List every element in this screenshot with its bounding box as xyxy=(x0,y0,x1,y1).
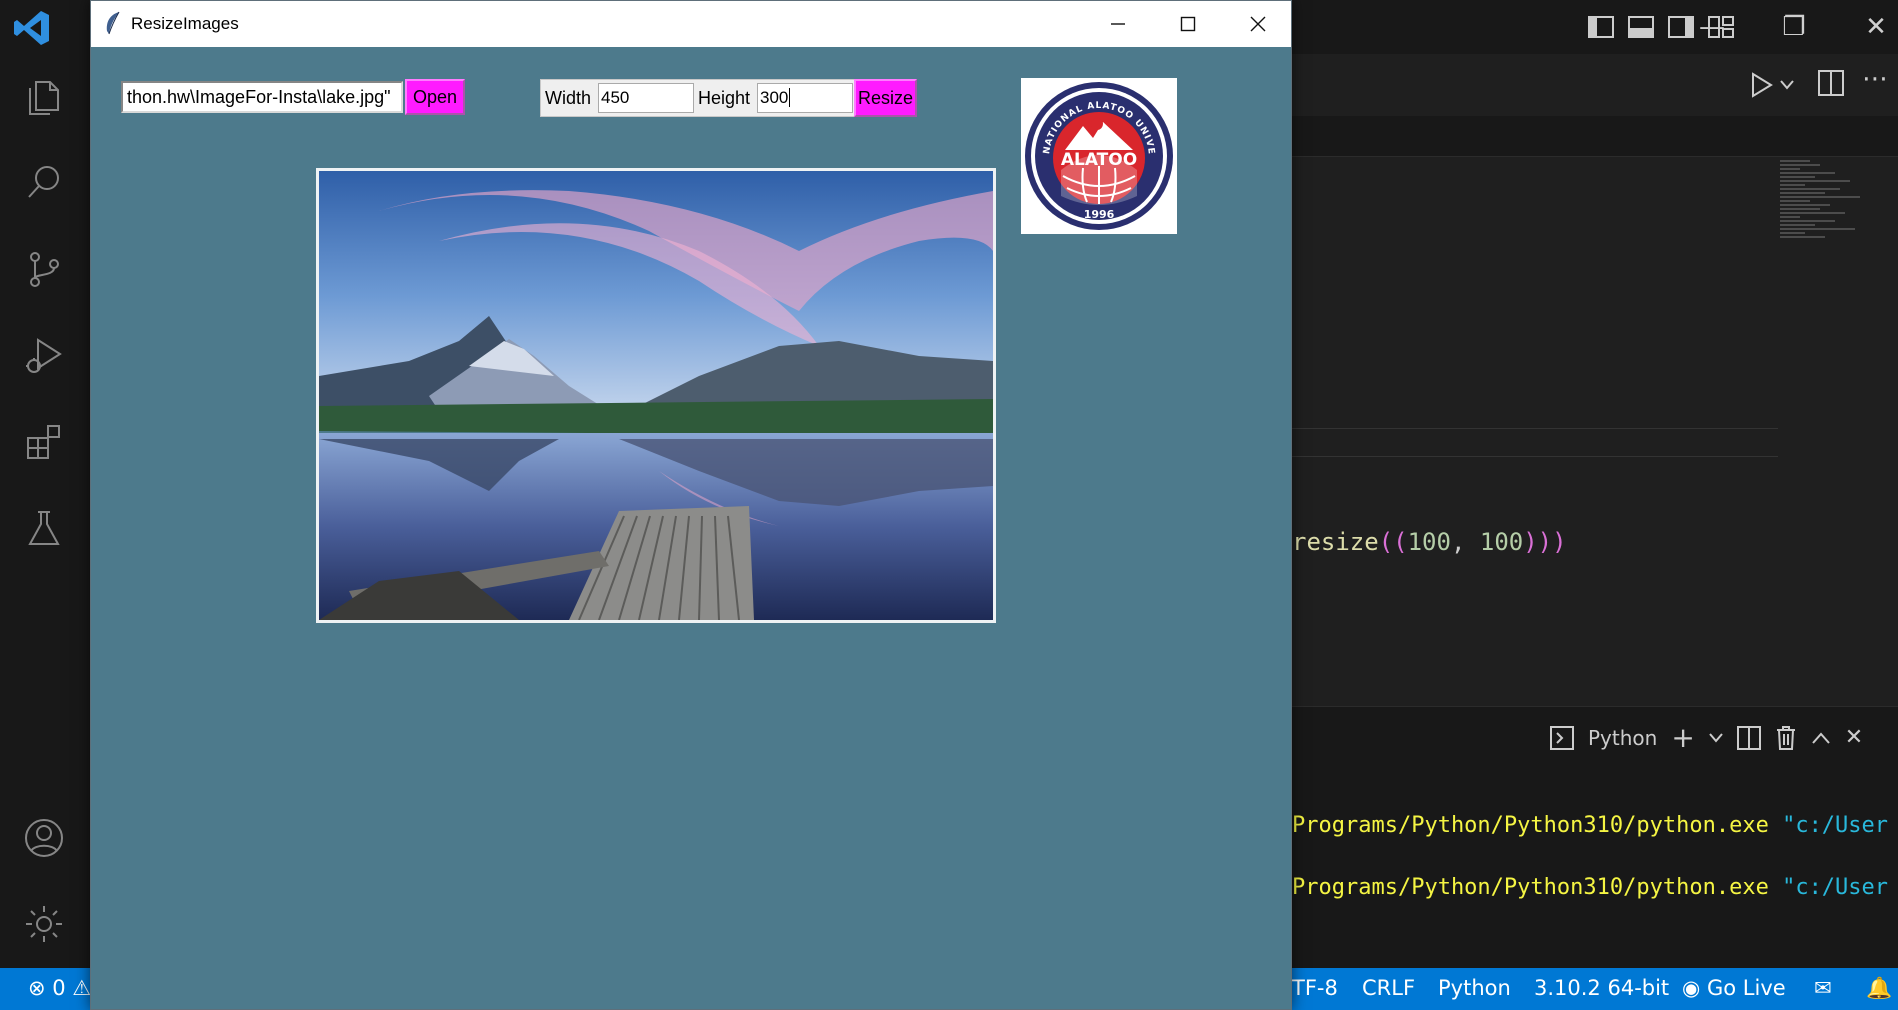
code-paren-close: ))) xyxy=(1523,528,1567,556)
terminal-line: Programs/Python/Python310/python.exe "c:… xyxy=(1292,813,1889,838)
width-label: Width xyxy=(545,88,592,108)
code-function: resize xyxy=(1292,528,1379,556)
university-logo: INTERNATIONAL ALATOO UNIVERSITY ALATOO 1… xyxy=(1016,71,1177,234)
more-actions-icon[interactable]: ⋯ xyxy=(1862,64,1888,94)
lake-photo xyxy=(316,168,996,623)
close-icon[interactable] xyxy=(1223,1,1293,47)
maximize-panel-icon[interactable] xyxy=(1811,731,1831,745)
interpreter-indicator[interactable]: 3.10.2 64-bit xyxy=(1534,976,1669,1000)
problems-indicator[interactable]: ⊗ 0 ⚠ xyxy=(28,976,91,1000)
explorer-icon[interactable] xyxy=(18,70,70,122)
notifications-bell-icon[interactable]: 🔔 xyxy=(1866,976,1892,1001)
resize-images-window: ResizeImages thon.hw\ImageFor-Insta\lake… xyxy=(90,0,1292,1010)
resize-button[interactable]: Resize xyxy=(854,79,917,117)
new-terminal-icon[interactable]: + xyxy=(1671,721,1694,754)
vscode-restore-icon[interactable]: ❐ xyxy=(1774,10,1814,44)
minimap xyxy=(1780,158,1880,278)
terminal-line: Programs/Python/Python310/python.exe "c:… xyxy=(1292,875,1889,900)
window-title: ResizeImages xyxy=(131,14,239,33)
eol-indicator[interactable]: CRLF xyxy=(1362,976,1415,1000)
search-icon[interactable] xyxy=(18,156,70,208)
split-terminal-icon[interactable] xyxy=(1736,725,1761,750)
source-control-icon[interactable] xyxy=(18,243,70,295)
editor-divider xyxy=(1290,428,1778,429)
chevron-down-icon[interactable] xyxy=(1709,732,1723,743)
terminal-icon xyxy=(1550,725,1574,750)
code-number: 100 xyxy=(1407,528,1451,556)
maximize-icon[interactable] xyxy=(1153,1,1223,47)
terminal-panel: Python + ✕ Programs/Python/Python310/pyt… xyxy=(1290,706,1898,969)
testing-icon[interactable] xyxy=(18,502,70,554)
gear-icon[interactable] xyxy=(18,898,70,950)
go-live-button[interactable]: ◉ Go Live xyxy=(1682,976,1786,1000)
file-path-input[interactable]: thon.hw\ImageFor-Insta\lake.jpg" xyxy=(121,81,403,113)
toggle-panel-icon[interactable] xyxy=(1626,12,1656,42)
code-line: resize((100, 100))) xyxy=(1292,528,1567,556)
run-debug-icon[interactable] xyxy=(18,330,70,382)
chevron-down-icon[interactable] xyxy=(1780,80,1794,90)
code-number: 100 xyxy=(1479,528,1524,556)
editor-actions-bar: ⋯ xyxy=(1290,54,1898,116)
minimize-icon[interactable] xyxy=(1083,1,1153,47)
tk-feather-icon xyxy=(106,11,120,35)
extensions-icon[interactable] xyxy=(18,416,70,468)
close-panel-icon[interactable]: ✕ xyxy=(1845,725,1863,750)
vscode-logo-icon xyxy=(14,11,49,45)
height-label: Height xyxy=(698,88,751,108)
broadcast-icon: ◉ xyxy=(1682,976,1701,1000)
window-titlebar[interactable]: ResizeImages xyxy=(91,1,1291,47)
split-editor-icon[interactable] xyxy=(1818,70,1844,96)
terminal-label[interactable]: Python xyxy=(1588,726,1657,750)
width-input[interactable]: 450 xyxy=(598,83,694,113)
open-button[interactable]: Open xyxy=(405,79,465,115)
encoding-indicator[interactable]: TF-8 xyxy=(1292,976,1338,1000)
code-paren-open: (( xyxy=(1378,528,1408,556)
vscode-close-icon[interactable]: ✕ xyxy=(1856,10,1896,44)
alatoo-logo-icon: INTERNATIONAL ALATOO UNIVERSITY ALATOO 1… xyxy=(1016,71,1173,230)
editor-divider xyxy=(1290,456,1778,457)
feedback-icon[interactable]: ✉ xyxy=(1814,976,1832,1000)
terminal-toolbar: Python + ✕ xyxy=(1550,721,1863,754)
activity-bar xyxy=(0,0,91,968)
trash-icon[interactable] xyxy=(1775,725,1797,751)
account-icon[interactable] xyxy=(18,812,70,864)
language-indicator[interactable]: Python xyxy=(1438,976,1511,1000)
vscode-minimize-icon[interactable]: — xyxy=(1692,10,1732,44)
run-python-icon[interactable] xyxy=(1750,72,1774,98)
code-separator: , xyxy=(1450,528,1480,556)
height-input[interactable]: 300 xyxy=(757,83,853,113)
logo-year: 1996 xyxy=(1084,208,1115,221)
editor-tabstrip xyxy=(1290,116,1898,157)
toggle-primary-sidebar-icon[interactable] xyxy=(1586,12,1616,42)
logo-center-text: ALATOO xyxy=(1061,150,1137,170)
